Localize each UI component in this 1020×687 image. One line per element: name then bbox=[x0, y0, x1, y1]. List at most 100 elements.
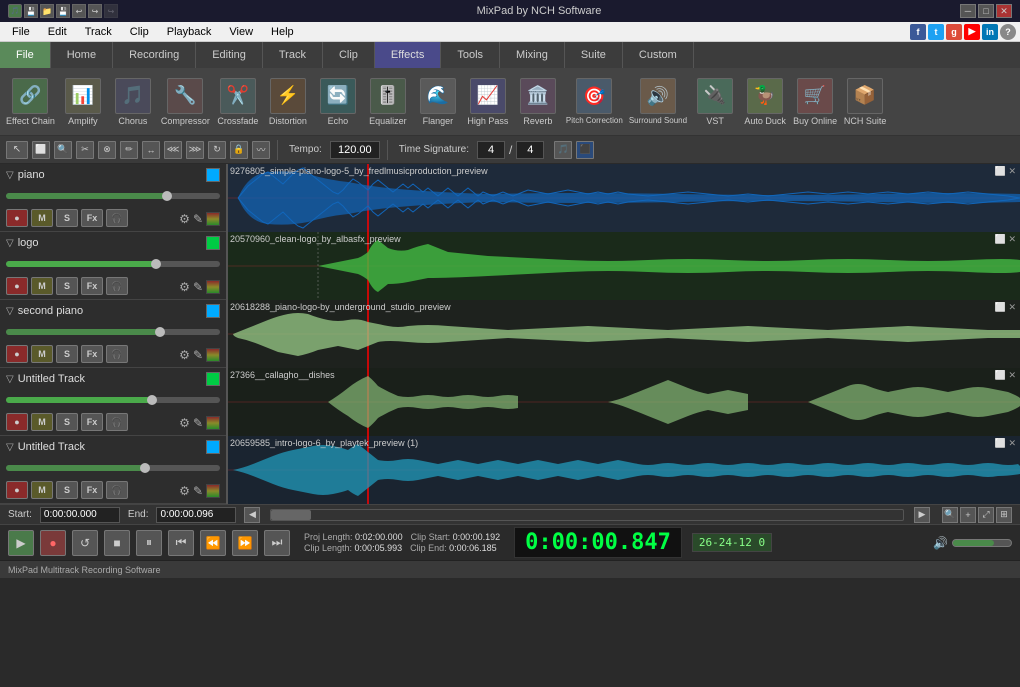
tab-recording[interactable]: Recording bbox=[113, 42, 196, 68]
waveform-close-ut1[interactable]: ⬜ ✕ bbox=[995, 370, 1016, 381]
fx-btn-piano[interactable]: Fx bbox=[81, 209, 103, 227]
tempo-input[interactable] bbox=[330, 141, 380, 159]
zoom-in[interactable]: + bbox=[960, 507, 976, 523]
rec-btn-ut2[interactable]: ● bbox=[6, 481, 28, 499]
waveform-toggle[interactable]: 〰 bbox=[252, 141, 270, 159]
youtube-icon[interactable]: ▶ bbox=[964, 24, 980, 40]
minimize-button[interactable]: ─ bbox=[960, 4, 976, 18]
waveform-row-ut1[interactable]: 27366__callagho__dishes ⬜ ✕ bbox=[228, 368, 1020, 436]
tab-editing[interactable]: Editing bbox=[196, 42, 263, 68]
tab-custom[interactable]: Custom bbox=[623, 42, 694, 68]
horizontal-scrollbar[interactable] bbox=[270, 509, 904, 521]
menu-playback[interactable]: Playback bbox=[159, 24, 220, 40]
effect-distortion[interactable]: ⚡ Distortion bbox=[266, 78, 310, 126]
twitter-icon[interactable]: t bbox=[928, 24, 944, 40]
maximize-button[interactable]: □ bbox=[978, 4, 994, 18]
track-settings-piano[interactable]: ⚙ bbox=[179, 212, 190, 226]
skip-fwd-button[interactable]: ⏭ bbox=[264, 530, 290, 556]
loop-play-button[interactable]: ↺ bbox=[72, 530, 98, 556]
waveform-row-piano[interactable]: 9276805_simple-piano-logo-5_by_fredlmusi… bbox=[228, 164, 1020, 232]
time-sig-den[interactable] bbox=[516, 141, 544, 159]
waveform-row-ut2[interactable]: 20659585_intro-logo-6_by_playtek_preview… bbox=[228, 436, 1020, 504]
track-settings-sp[interactable]: ⚙ bbox=[179, 348, 190, 362]
effect-autoduck[interactable]: 🦆 Auto Duck bbox=[743, 78, 787, 126]
loop-toggle[interactable]: ↻ bbox=[208, 141, 226, 159]
mute-btn-logo[interactable]: M bbox=[31, 277, 53, 295]
menu-file[interactable]: File bbox=[4, 24, 38, 40]
rec-btn-ut1[interactable]: ● bbox=[6, 413, 28, 431]
waveform-close-sp[interactable]: ⬜ ✕ bbox=[995, 302, 1016, 313]
snap-toggle[interactable]: 🔒 bbox=[230, 141, 248, 159]
tab-mixing[interactable]: Mixing bbox=[500, 42, 565, 68]
headphones-btn-sp[interactable]: 🎧 bbox=[106, 345, 128, 363]
headphones-btn-piano[interactable]: 🎧 bbox=[106, 209, 128, 227]
waveform-row-logo[interactable]: 20570960_clean-logo_by_albasfx_preview ⬜… bbox=[228, 232, 1020, 300]
zoom-fit[interactable]: ⤢ bbox=[978, 507, 994, 523]
track-expand-sp[interactable]: ▽ bbox=[6, 306, 14, 317]
waveform-close-ut2[interactable]: ⬜ ✕ bbox=[995, 438, 1016, 449]
track-edit-sp[interactable]: ✎ bbox=[193, 348, 203, 362]
fx-btn-ut1[interactable]: Fx bbox=[81, 413, 103, 431]
menu-help[interactable]: Help bbox=[263, 24, 302, 40]
fx-btn-logo[interactable]: Fx bbox=[81, 277, 103, 295]
headphones-btn-logo[interactable]: 🎧 bbox=[106, 277, 128, 295]
mute-btn-ut2[interactable]: M bbox=[31, 481, 53, 499]
track-edit-ut2[interactable]: ✎ bbox=[193, 484, 203, 498]
rec-btn-piano[interactable]: ● bbox=[6, 209, 28, 227]
menu-track[interactable]: Track bbox=[77, 24, 120, 40]
tab-suite[interactable]: Suite bbox=[565, 42, 623, 68]
menu-clip[interactable]: Clip bbox=[122, 24, 157, 40]
end-input[interactable] bbox=[156, 507, 236, 523]
select-tool[interactable]: ⬜ bbox=[32, 141, 50, 159]
tab-file[interactable]: File bbox=[0, 42, 51, 68]
google-icon[interactable]: g bbox=[946, 24, 962, 40]
tab-home[interactable]: Home bbox=[51, 42, 113, 68]
effect-surround[interactable]: 🔊 Surround Sound bbox=[629, 78, 687, 125]
effect-buyonline[interactable]: 🛒 Buy Online bbox=[793, 78, 837, 126]
play-button[interactable]: ▶ bbox=[8, 530, 34, 556]
volume-slider-ut2[interactable] bbox=[6, 465, 220, 471]
zoom-tool[interactable]: 🔍 bbox=[54, 141, 72, 159]
rec-btn-logo[interactable]: ● bbox=[6, 277, 28, 295]
menu-edit[interactable]: Edit bbox=[40, 24, 75, 40]
effect-chain[interactable]: 🔗 Effect Chain bbox=[6, 78, 55, 126]
facebook-icon[interactable]: f bbox=[910, 24, 926, 40]
effect-crossfade[interactable]: ✂️ Crossfade bbox=[216, 78, 260, 126]
headphones-btn-ut1[interactable]: 🎧 bbox=[106, 413, 128, 431]
volume-slider-ut1[interactable] bbox=[6, 397, 220, 403]
mute-btn-ut1[interactable]: M bbox=[31, 413, 53, 431]
menu-view[interactable]: View bbox=[221, 24, 261, 40]
slip-tool[interactable]: ↔ bbox=[142, 141, 160, 159]
effect-nchsuite[interactable]: 📦 NCH Suite bbox=[843, 78, 887, 126]
waveform-close-piano[interactable]: ⬜ ✕ bbox=[995, 166, 1016, 177]
scroll-left[interactable]: ◀ bbox=[244, 507, 260, 523]
help-icon[interactable]: ? bbox=[1000, 24, 1016, 40]
zoom-in2[interactable]: ⊞ bbox=[996, 507, 1012, 523]
nudge-left[interactable]: ⋘ bbox=[164, 141, 182, 159]
track-expand-ut2[interactable]: ▽ bbox=[6, 442, 14, 453]
waveform-close-logo[interactable]: ⬜ ✕ bbox=[995, 234, 1016, 245]
draw-tool[interactable]: ✏ bbox=[120, 141, 138, 159]
start-input[interactable] bbox=[40, 507, 120, 523]
record-button[interactable]: ● bbox=[40, 530, 66, 556]
effect-reverb[interactable]: 🏛️ Reverb bbox=[516, 78, 560, 126]
track-settings-ut1[interactable]: ⚙ bbox=[179, 416, 190, 430]
pause-button[interactable]: ⏸ bbox=[136, 530, 162, 556]
solo-btn-ut2[interactable]: S bbox=[56, 481, 78, 499]
tab-effects[interactable]: Effects bbox=[375, 42, 441, 68]
stop-button[interactable]: ■ bbox=[104, 530, 130, 556]
mute-btn-piano[interactable]: M bbox=[31, 209, 53, 227]
cursor-tool[interactable]: ↖ bbox=[6, 141, 28, 159]
track-edit-logo[interactable]: ✎ bbox=[193, 280, 203, 294]
skip-back-button[interactable]: ⏮ bbox=[168, 530, 194, 556]
solo-btn-logo[interactable]: S bbox=[56, 277, 78, 295]
fast-fwd-button[interactable]: ⏩ bbox=[232, 530, 258, 556]
solo-btn-piano[interactable]: S bbox=[56, 209, 78, 227]
loop-region-btn[interactable]: ⬛ bbox=[576, 141, 594, 159]
time-sig-num[interactable] bbox=[477, 141, 505, 159]
close-button[interactable]: ✕ bbox=[996, 4, 1012, 18]
zoom-out[interactable]: 🔍 bbox=[942, 507, 958, 523]
solo-btn-sp[interactable]: S bbox=[56, 345, 78, 363]
effect-chorus[interactable]: 🎵 Chorus bbox=[111, 78, 155, 126]
track-edit-piano[interactable]: ✎ bbox=[193, 212, 203, 226]
